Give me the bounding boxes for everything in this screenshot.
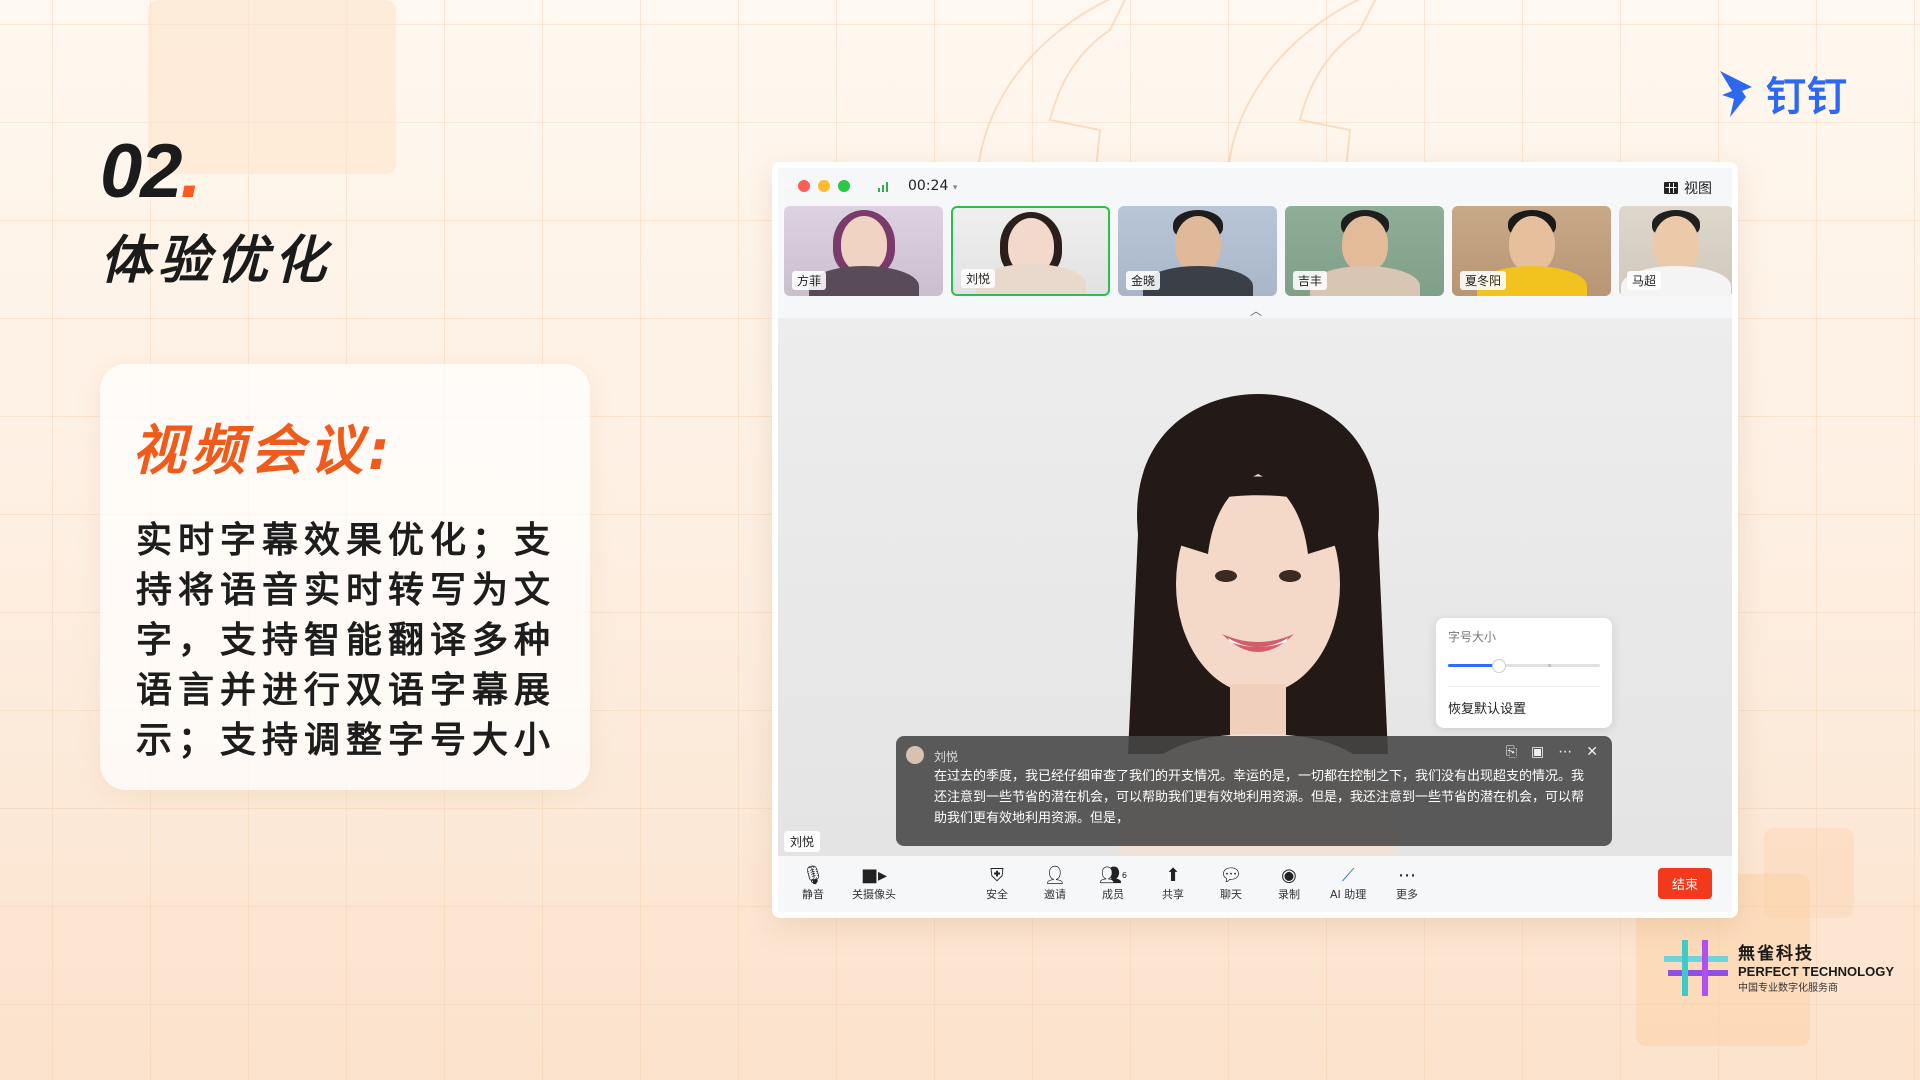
font-size-label: 字号大小 xyxy=(1448,630,1497,644)
meeting-window: 00:24 ▾ 视图 方菲 刘悦 金晓 吉丰 夏冬阳 马超 ︿ 刘悦 字号大小 … xyxy=(772,162,1738,918)
close-icon[interactable]: ✕ xyxy=(1586,744,1598,760)
translate-icon[interactable]: ⎘ xyxy=(1506,744,1517,760)
participant-name: 金晓 xyxy=(1126,271,1161,290)
camera-button[interactable]: ■▸ 关摄像头 xyxy=(852,864,896,902)
end-meeting-button[interactable]: 结束 xyxy=(1657,868,1712,899)
share-screen-icon: ⬆ xyxy=(1165,864,1181,886)
caption-text: 在过去的季度，我已经仔细审查了我们的开支情况。幸运的是，一切都在控制之下，我们没… xyxy=(934,769,1585,826)
company-tagline: 中国专业数字化服务商 xyxy=(1738,982,1838,994)
caption-panel: 刘悦 ⎘ ▣ ⋯ ✕ 在过去的季度，我已经仔细审查了我们的开支情况。幸运的是，一… xyxy=(896,736,1612,846)
record-label: 录制 xyxy=(1278,888,1300,901)
title-bar: 00:24 ▾ 视图 xyxy=(778,168,1732,204)
add-user-icon: 👤︎ xyxy=(1043,864,1067,886)
invite-label: 邀请 xyxy=(1044,888,1066,901)
invite-button[interactable]: 👤︎ 邀请 xyxy=(1042,864,1068,902)
card-line: 持将语音实时转写为文 xyxy=(136,570,557,611)
collapse-strip-icon[interactable]: ︿ xyxy=(1250,302,1262,319)
main-video: 刘悦 字号大小 恢复默认设置 刘悦 ⎘ ▣ ⋯ ✕ 在过去的季度，我已经仔细审查… xyxy=(778,318,1732,858)
security-button[interactable]: ⛨ 安全 xyxy=(984,864,1010,902)
section-title: 体验优化 xyxy=(100,231,333,291)
caption-actions: ⎘ ▣ ⋯ ✕ xyxy=(1506,744,1598,760)
company-name: 無雀科技 xyxy=(1738,943,1814,964)
speaker-name-tag: 刘悦 xyxy=(784,831,821,852)
reset-default-button[interactable]: 恢复默认设置 xyxy=(1448,698,1526,717)
maximize-window-button[interactable] xyxy=(838,180,850,192)
participant-strip: 方菲 刘悦 金晓 吉丰 夏冬阳 马超 xyxy=(784,206,1732,296)
chat-icon: 💬︎ xyxy=(1219,864,1243,886)
more-icon[interactable]: ⋯ xyxy=(1558,744,1572,760)
camera-icon: ■▸ xyxy=(860,864,888,886)
members-count: 6 xyxy=(1121,870,1127,880)
ai-assistant-button[interactable]: ⟋ AI 助理 xyxy=(1330,864,1366,902)
font-size-popup: 字号大小 恢复默认设置 xyxy=(1436,618,1612,728)
share-label: 共享 xyxy=(1162,888,1184,901)
record-icon: ◉ xyxy=(1281,864,1297,886)
camera-label: 关摄像头 xyxy=(852,888,896,901)
participant-name: 刘悦 xyxy=(961,269,996,288)
feature-card: 视频会议: 实时字幕效果优化；支 持将语音实时转写为文 字，支持智能翻译多种 语… xyxy=(100,364,590,790)
grid-view-icon xyxy=(1664,182,1678,194)
meeting-toolbar: 🎙︎ 静音 ■▸ 关摄像头 ⛨ 安全 👤︎ 邀请 👥︎ 6 成员 ⬆ 共享 💬︎ 聊天 ◉ 录制 … xyxy=(778,856,1732,912)
members-icon: 👥︎ 6 xyxy=(1099,864,1127,886)
members-label: 成员 xyxy=(1102,888,1124,901)
close-window-button[interactable] xyxy=(798,180,810,192)
slider-handle[interactable] xyxy=(1492,659,1507,673)
mute-label: 静音 xyxy=(802,888,824,901)
dingtalk-bird-icon xyxy=(1720,71,1752,117)
card-body: 实时字幕效果优化；支 持将语音实时转写为文 字，支持智能翻译多种 语言并进行双语… xyxy=(136,516,576,766)
participant-tile[interactable]: 金晓 xyxy=(1118,206,1277,296)
slider-fill xyxy=(1448,664,1499,667)
shield-icon: ⛨ xyxy=(990,864,1004,886)
section-number: 02. xyxy=(100,129,202,214)
dingtalk-logo: 钉钉 xyxy=(1716,64,1848,122)
slider-tick xyxy=(1548,664,1552,667)
meeting-timer[interactable]: 00:24 ▾ xyxy=(908,178,957,194)
chat-button[interactable]: 💬︎ 聊天 xyxy=(1218,864,1244,902)
signal-icon xyxy=(878,180,888,192)
members-button[interactable]: 👥︎ 6 成员 xyxy=(1099,864,1127,902)
record-button[interactable]: ◉ 录制 xyxy=(1276,864,1302,902)
participant-tile[interactable]: 方菲 xyxy=(784,206,943,296)
mute-button[interactable]: 🎙︎ 静音 xyxy=(800,864,826,902)
more-button[interactable]: ⋯ 更多 xyxy=(1394,864,1420,902)
divider xyxy=(1448,686,1600,687)
company-mark-icon xyxy=(1664,940,1728,996)
security-label: 安全 xyxy=(986,888,1008,901)
participant-name: 夏冬阳 xyxy=(1460,271,1507,290)
magic-wand-icon: ⟋ xyxy=(1341,864,1355,886)
card-line: 示；支持调整字号大小 xyxy=(136,720,557,761)
ai-label: AI 助理 xyxy=(1330,888,1367,901)
font-size-icon[interactable]: ▣ xyxy=(1531,744,1544,760)
participant-tile[interactable]: 夏冬阳 xyxy=(1452,206,1611,296)
participant-name: 方菲 xyxy=(792,271,827,290)
card-line: 字，支持智能翻译多种 xyxy=(136,620,557,661)
participant-name: 吉丰 xyxy=(1293,271,1328,290)
card-line: 语言并进行双语字幕展 xyxy=(136,670,557,711)
view-label: 视图 xyxy=(1684,181,1712,197)
card-line: 实时字幕效果优化；支 xyxy=(136,520,557,561)
company-logo: 無雀科技 PERFECT TECHNOLOGY 中国专业数字化服务商 xyxy=(1664,936,1894,996)
participant-tile[interactable]: 吉丰 xyxy=(1285,206,1444,296)
participant-tile-active[interactable]: 刘悦 xyxy=(951,206,1110,296)
more-icon: ⋯ xyxy=(1398,864,1416,886)
share-button[interactable]: ⬆ 共享 xyxy=(1160,864,1186,902)
chat-label: 聊天 xyxy=(1220,888,1242,901)
card-title: 视频会议: xyxy=(132,419,395,482)
more-label: 更多 xyxy=(1396,888,1418,901)
participant-tile[interactable]: 马超 xyxy=(1619,206,1732,296)
minimize-window-button[interactable] xyxy=(818,180,830,192)
brand-name: 钉钉 xyxy=(1766,74,1848,120)
font-size-slider[interactable] xyxy=(1448,659,1600,673)
microphone-icon: 🎙︎ xyxy=(801,864,825,886)
participant-name: 马超 xyxy=(1627,271,1662,290)
avatar xyxy=(906,746,924,764)
view-button[interactable]: 视图 xyxy=(1664,178,1712,198)
company-english-name: PERFECT TECHNOLOGY xyxy=(1738,963,1895,979)
caption-speaker: 刘悦 xyxy=(934,750,959,764)
